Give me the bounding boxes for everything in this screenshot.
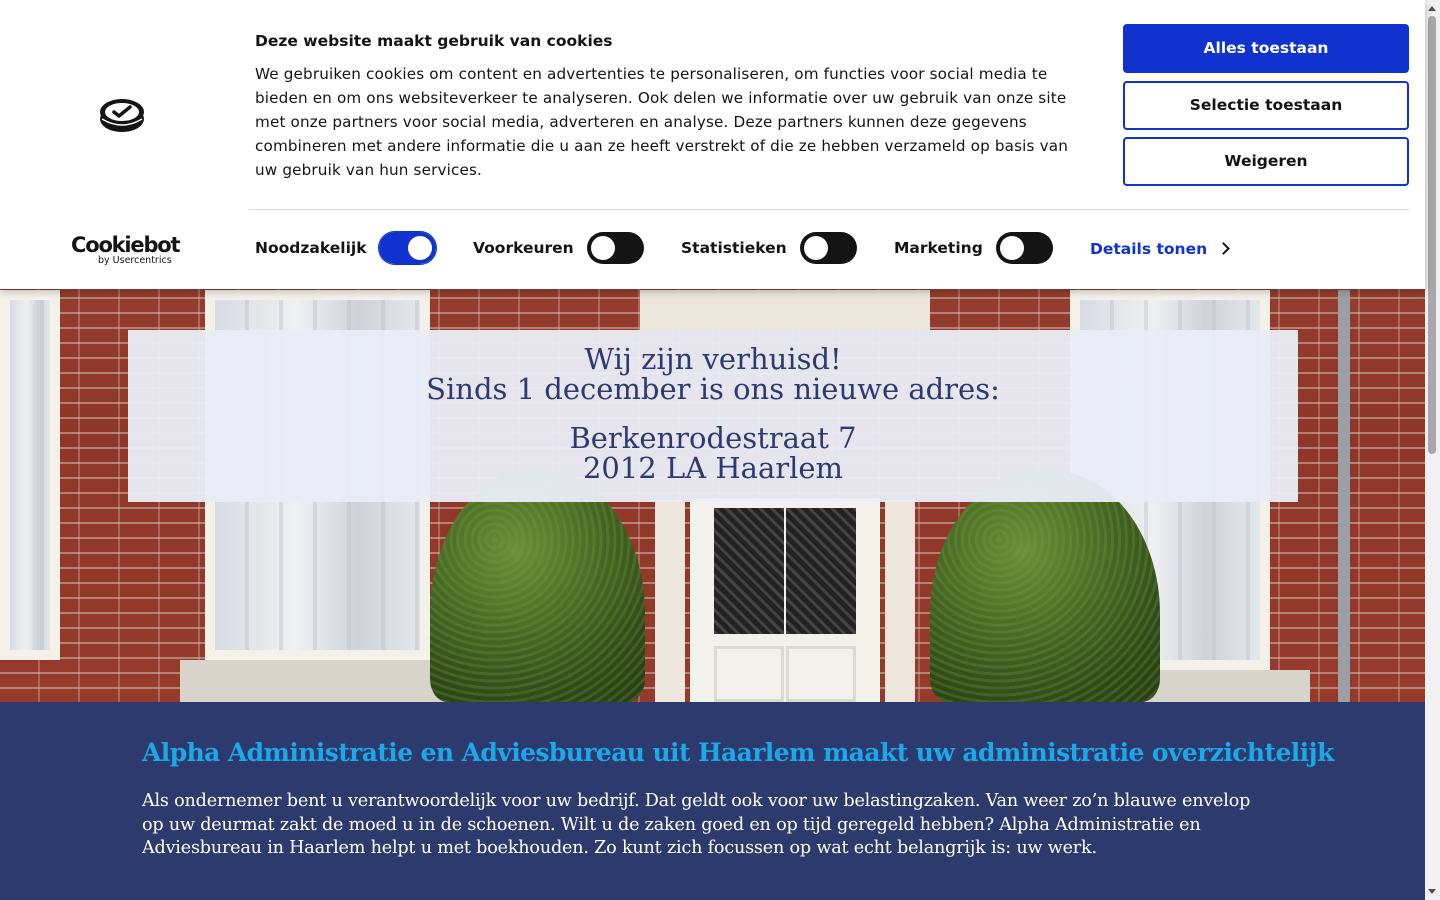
toggle-marketing-label: Marketing (894, 239, 983, 257)
toggle-statistics-label: Statistieken (681, 239, 787, 257)
show-details-link[interactable]: Details tonen (1090, 240, 1207, 258)
front-door (690, 498, 880, 702)
door-frame-left (655, 500, 685, 702)
notice-city: 2012 LA Haarlem (582, 451, 844, 485)
cookiebot-logo-name: Cookiebot (71, 233, 181, 257)
notice-street: Berkenrodestraat 7 (569, 421, 857, 455)
entrance-arch (640, 290, 930, 330)
cookiebot-logo-by: by Usercentrics (98, 255, 172, 266)
cookie-consent-banner: Cookiebot by Usercentrics Deze website m… (0, 0, 1425, 289)
cookie-description: We gebruiken cookies om content en adver… (255, 65, 1068, 179)
intro-section: Alpha Administratie en Adviesbureau uit … (0, 702, 1425, 900)
door-panel-left (714, 646, 784, 702)
door-panel-right (786, 646, 856, 702)
allow-all-button[interactable]: Alles toestaan (1123, 24, 1409, 73)
notice-headline: Wij zijn verhuisd! (584, 342, 842, 376)
scroll-down-arrow-icon[interactable] (1428, 889, 1436, 894)
allow-selection-button[interactable]: Selectie toestaan (1123, 81, 1409, 130)
window-left-edge (0, 290, 60, 660)
notice-subline: Sinds 1 december is ons nieuwe adres: (426, 372, 1000, 406)
toggle-preferences-switch[interactable] (587, 232, 644, 264)
chevron-right-icon[interactable] (1217, 242, 1230, 255)
cookiebot-logo: Cookiebot by Usercentrics (71, 233, 181, 266)
door-frame-right (885, 500, 915, 702)
scroll-up-arrow-icon[interactable] (1428, 6, 1436, 11)
moved-notice: Wij zijn verhuisd! Sinds 1 december is o… (128, 330, 1298, 502)
cookie-divider (249, 209, 1409, 210)
door-glass-right (786, 508, 856, 634)
cookie-title: Deze website maakt gebruik van cookies (255, 32, 613, 50)
toggle-preferences-label: Voorkeuren (473, 239, 574, 257)
page-scrollbar[interactable] (1425, 0, 1440, 900)
toggle-necessary-switch[interactable] (378, 231, 437, 265)
scroll-thumb[interactable] (1428, 16, 1436, 454)
window-sill-left (180, 660, 470, 702)
intro-paragraph: Als ondernemer bent u verantwoordelijk v… (142, 791, 1251, 858)
toggle-necessary-label: Noodzakelijk (255, 239, 367, 257)
drain-pipe (1338, 290, 1350, 702)
cookiebot-consent-icon (100, 99, 144, 132)
intro-heading: Alpha Administratie en Adviesbureau uit … (142, 738, 1334, 767)
toggle-marketing-switch[interactable] (996, 232, 1053, 264)
deny-button[interactable]: Weigeren (1123, 137, 1409, 186)
door-glass-left (714, 508, 784, 634)
toggle-statistics-switch[interactable] (800, 232, 857, 264)
